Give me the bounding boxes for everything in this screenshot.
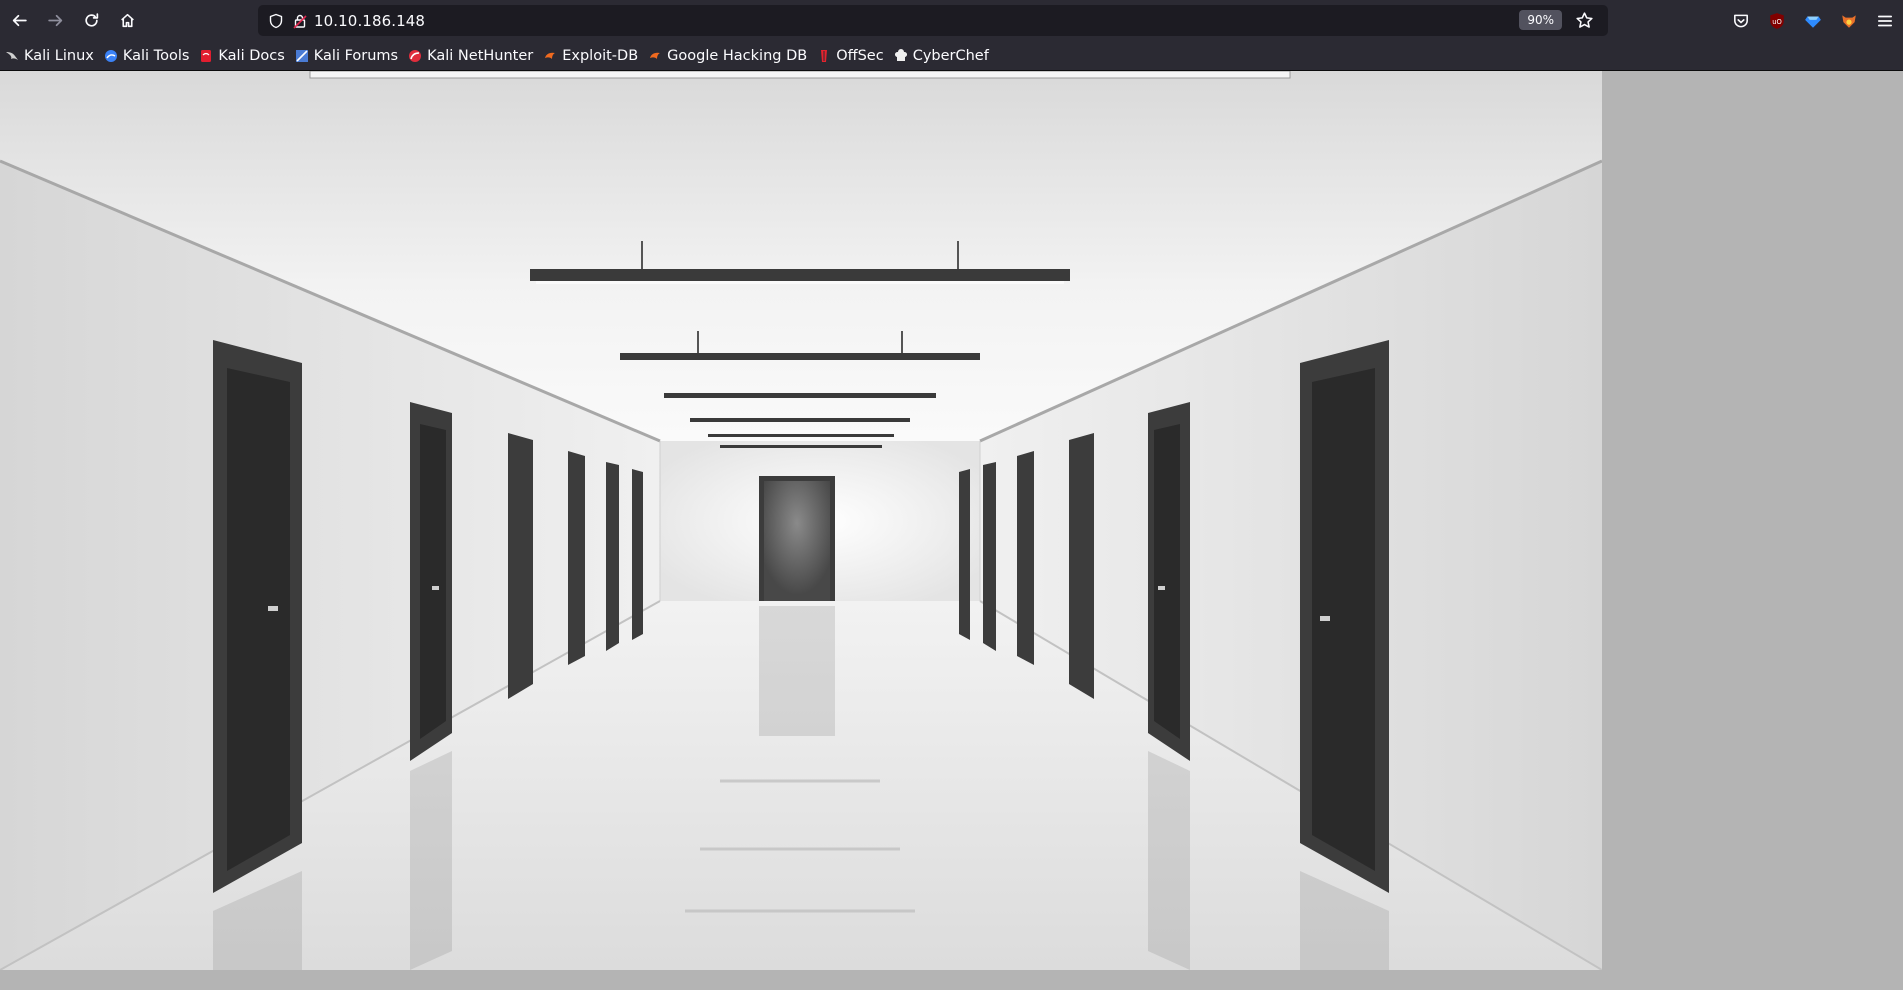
bookmark-exploit-db[interactable]: Exploit-DB xyxy=(538,43,643,68)
star-icon[interactable] xyxy=(1575,11,1594,30)
home-button[interactable] xyxy=(110,4,144,38)
bookmark-google-hacking-db[interactable]: Google Hacking DB xyxy=(643,43,812,68)
kali-dragon-icon xyxy=(6,51,18,60)
arrow-right-icon xyxy=(47,14,62,27)
zoom-level-badge[interactable]: 90% xyxy=(1519,10,1562,30)
bookmark-cyberchef[interactable]: CyberChef xyxy=(889,43,994,68)
home-icon xyxy=(120,13,134,28)
bookmark-label: OffSec xyxy=(836,47,884,64)
bookmark-kali-docs[interactable]: Kali Docs xyxy=(194,43,289,68)
bookmark-label: Kali Docs xyxy=(218,47,285,64)
extension-gem-icon xyxy=(1805,16,1821,28)
offsec-icon xyxy=(821,49,828,62)
arrow-left-icon xyxy=(12,14,27,27)
svg-text:uO: uO xyxy=(1772,17,1782,25)
ublock-origin-icon: uO xyxy=(1770,12,1784,29)
bookmark-label: Kali Forums xyxy=(313,47,399,64)
bookmark-label: Kali Tools xyxy=(122,47,190,64)
kali-forums-icon xyxy=(295,49,308,62)
app-menu-button[interactable] xyxy=(1867,3,1903,39)
foxyproxy-button[interactable] xyxy=(1831,3,1867,39)
kali-tools-icon xyxy=(104,49,117,62)
forward-button[interactable] xyxy=(38,4,72,38)
back-button[interactable] xyxy=(2,4,36,38)
gem-extension-button[interactable] xyxy=(1795,3,1831,39)
ghdb-icon xyxy=(650,52,661,59)
bookmark-offsec[interactable]: OffSec xyxy=(812,43,889,68)
bookmark-kali-tools[interactable]: Kali Tools xyxy=(99,43,195,68)
bookmark-label: Exploit-DB xyxy=(562,47,639,64)
chef-hat-icon xyxy=(894,48,907,61)
exploit-db-icon xyxy=(545,52,556,59)
reload-button[interactable] xyxy=(74,4,108,38)
kali-nethunter-icon xyxy=(409,49,422,62)
bookmark-kali-nethunter[interactable]: Kali NetHunter xyxy=(403,43,538,68)
url-text[interactable]: 10.10.186.148 xyxy=(314,12,425,30)
toolbar-extensions: uO xyxy=(1723,0,1903,41)
url-bar[interactable]: 10.10.186.148 90% xyxy=(258,5,1608,36)
insecure-lock-icon[interactable] xyxy=(292,13,308,29)
pocket-button[interactable] xyxy=(1723,3,1759,39)
foxyproxy-icon xyxy=(1842,14,1856,28)
kali-docs-icon xyxy=(201,49,212,62)
bookmark-kali-forums[interactable]: Kali Forums xyxy=(290,43,403,68)
shield-icon[interactable] xyxy=(268,13,284,29)
white-corridor-with-dark-doors-image xyxy=(0,71,1602,970)
bookmarks-toolbar: Kali Linux Kali Tools Kali Docs Kali For… xyxy=(0,41,1903,71)
page-content xyxy=(0,71,1903,990)
ublock-origin-button[interactable]: uO xyxy=(1759,3,1795,39)
bookmark-kali-linux[interactable]: Kali Linux xyxy=(0,43,99,68)
reload-icon xyxy=(84,13,98,27)
hamburger-menu-icon xyxy=(1877,15,1893,26)
navigation-toolbar: 10.10.186.148 90% uO xyxy=(0,0,1903,41)
pocket-icon xyxy=(1734,14,1748,27)
bookmark-label: Kali Linux xyxy=(24,47,94,64)
bookmark-label: Google Hacking DB xyxy=(667,47,808,64)
bookmark-label: CyberChef xyxy=(912,47,989,64)
bookmark-label: Kali NetHunter xyxy=(427,47,534,64)
